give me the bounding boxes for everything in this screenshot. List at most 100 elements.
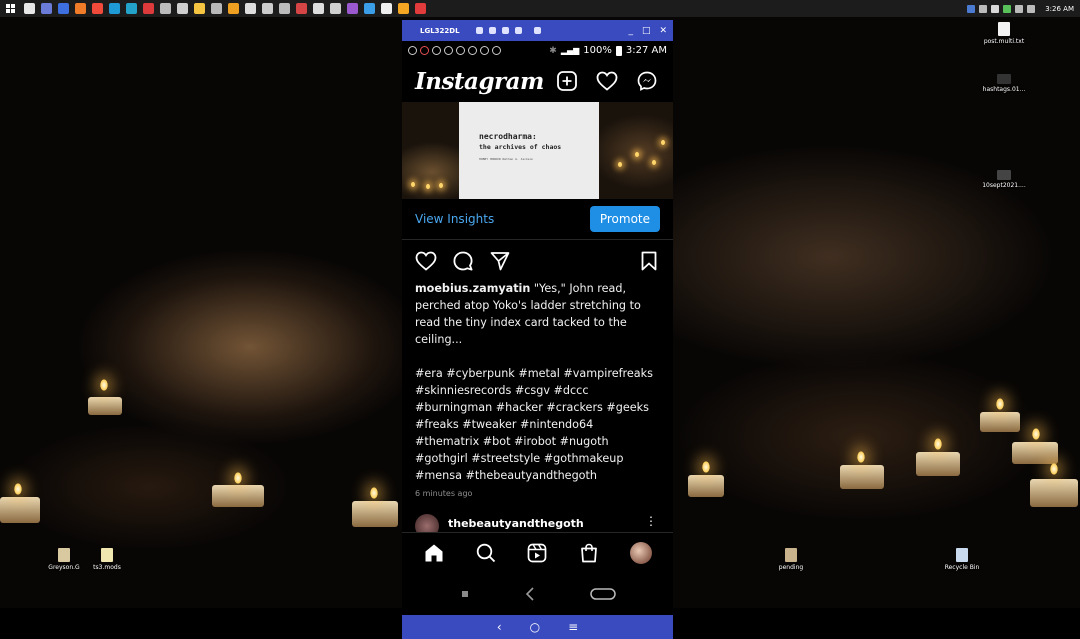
android-status-bar: ✱ ▂▄▆ 100% 3:27 AM [402,41,673,60]
desktop-icon-hashtags[interactable]: hashtags.01... [974,74,1034,93]
minimize-icon[interactable]: _ [628,26,633,36]
shop-icon[interactable] [576,540,602,566]
bluetooth-icon: ✱ [549,45,557,56]
desktop-icon-recycle-bin[interactable]: Recycle Bin [932,548,992,571]
taskbar-app-icon[interactable] [245,3,256,14]
tray-icon[interactable] [979,4,988,13]
back-icon[interactable] [517,581,543,607]
candle-decoration [916,452,960,476]
taskbar-app-icon[interactable] [92,3,103,14]
messenger-icon[interactable] [634,68,660,94]
emulator-window: LGL322DL _ □ ✕ ✱ ▂▄▆ 100% 3:27 AM Instag… [402,20,673,639]
taskbar-app-icon[interactable] [296,3,307,14]
tray-icon[interactable] [967,4,976,13]
taskbar-app-icon[interactable] [58,3,69,14]
next-post-avatar[interactable] [415,514,439,532]
fullscreen-icon[interactable] [514,27,522,34]
post-actions [402,242,673,280]
share-icon[interactable] [487,248,513,274]
bookmark-icon[interactable] [636,248,662,274]
desktop-icon-label: post.multi.txt [983,38,1025,45]
taskbar-app-icon[interactable] [75,3,86,14]
search-icon[interactable] [473,540,499,566]
candle-flame [1050,463,1058,475]
status-time: 3:27 AM [625,45,667,56]
candle-light [652,160,656,165]
image-file-icon [997,74,1011,84]
emulator-back-icon[interactable]: ‹ [497,620,502,634]
promote-button[interactable]: Promote [589,206,660,232]
reels-icon[interactable] [524,540,550,566]
home-icon[interactable] [421,540,447,566]
candle-decoration [688,475,724,497]
like-heart-icon[interactable] [413,248,439,274]
taskbar-app-icon[interactable] [194,3,205,14]
new-post-icon[interactable] [554,68,580,94]
taskbar-apps [24,3,426,14]
desktop-icon-ts3mods[interactable]: ts3.mods [77,548,137,571]
network-icon[interactable] [1015,4,1024,13]
taskbar-app-icon[interactable] [109,3,120,14]
taskbar-app-icon[interactable] [143,3,154,14]
heart-icon[interactable] [594,68,620,94]
view-insights-link[interactable]: View Insights [415,212,494,226]
book-author: HOBBY HORROR Nathan A. Jackson [479,157,534,161]
taskbar-app-icon[interactable] [160,3,171,14]
volume-icon[interactable] [1027,4,1036,13]
close-icon[interactable]: ✕ [659,26,667,36]
taskbar-app-icon[interactable] [330,3,341,14]
video-icon[interactable] [488,27,496,34]
taskbar-app-icon[interactable] [415,3,426,14]
taskbar-app-icon[interactable] [398,3,409,14]
taskbar-app-icon[interactable] [126,3,137,14]
taskbar-app-icon[interactable] [313,3,324,14]
candle-light [411,182,415,187]
emulator-menu-icon[interactable]: ≡ [568,620,578,634]
settings-icon[interactable] [533,27,541,34]
tray-icon[interactable] [991,4,1000,13]
window-controls: _ □ ✕ [628,26,667,36]
taskbar-app-icon[interactable] [347,3,358,14]
more-options-icon[interactable]: ⋮ [645,514,657,528]
next-post-header: thebeautyandthegoth ⋮ [402,514,673,532]
candle-flame [996,398,1004,410]
caption-hashtags[interactable]: #era #cyberpunk #metal #vampirefreaks #s… [415,365,660,484]
comment-icon[interactable] [450,248,476,274]
emulator-titlebar[interactable]: LGL322DL _ □ ✕ [402,20,673,41]
taskbar-app-icon[interactable] [177,3,188,14]
taskbar-app-icon[interactable] [228,3,239,14]
candle-light [439,183,443,188]
maximize-icon[interactable]: □ [642,26,651,36]
candle-flame [702,461,710,473]
taskbar-app-icon[interactable] [262,3,273,14]
headphones-icon[interactable] [501,27,509,34]
post-image[interactable]: necrodharma: the archives of chaos HOBBY… [402,102,673,199]
desktop-icon-post-multi[interactable]: post.multi.txt [974,22,1034,45]
emulator-nav-bar: ‹ ○ ≡ [402,615,673,639]
emulator-home-icon[interactable]: ○ [530,620,540,634]
caption-username[interactable]: moebius.zamyatin [415,282,530,295]
desktop-icon-label: ts3.mods [93,564,121,571]
taskbar-app-icon[interactable] [364,3,375,14]
tray-icon[interactable] [1003,4,1012,13]
taskbar-app-icon[interactable] [41,3,52,14]
start-button[interactable] [0,0,20,17]
instagram-logo[interactable]: Instagram [415,68,544,95]
home-pill-icon[interactable] [583,581,623,607]
desktop-icon-10sept[interactable]: 10sept2021.... [974,170,1034,189]
next-post-username[interactable]: thebeautyandthegoth [448,517,584,530]
candle-flame [857,451,865,463]
signal-icon: ▂▄▆ [560,46,580,55]
taskbar-clock[interactable]: 3:26 AM [1045,5,1074,13]
taskbar-app-icon[interactable] [381,3,392,14]
taskbar-app-icon[interactable] [211,3,222,14]
profile-avatar[interactable] [628,540,654,566]
taskbar-app-icon[interactable] [24,3,35,14]
taskbar-app-icon[interactable] [279,3,290,14]
candle-flame [14,483,22,495]
desktop-icon-pending[interactable]: pending [761,548,821,571]
notification-icons [408,46,501,55]
camera-icon[interactable] [475,27,483,34]
recent-apps-icon[interactable] [452,581,478,607]
candle-light [661,140,665,145]
